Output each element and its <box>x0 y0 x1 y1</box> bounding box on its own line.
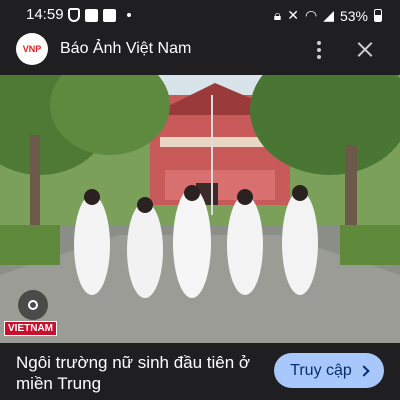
status-time: 14:59 <box>26 6 64 23</box>
more-options-icon[interactable] <box>309 38 329 62</box>
wifi-icon: ◠ <box>304 7 318 23</box>
visit-label: Truy cập <box>290 361 352 379</box>
close-icon[interactable] <box>352 38 378 62</box>
shield-icon <box>68 8 80 22</box>
chevron-right-icon <box>358 364 370 377</box>
battery-icon <box>374 9 382 22</box>
mute-icon: ✕ <box>287 7 299 23</box>
site-logo[interactable]: VNP <box>16 33 48 65</box>
logo-text: VNP <box>22 44 42 54</box>
status-bar: 14:59 🔒︎ ✕ ◠ ◢ 53% <box>0 0 400 30</box>
gallery-icon <box>85 8 98 22</box>
battery-percent: 53% <box>339 7 368 24</box>
signal-icon: ◢ <box>323 7 334 23</box>
article-caption[interactable]: Ngôi trường nữ sinh đầu tiên ở miền Trun… <box>16 352 266 394</box>
header: VNP Báo Ảnh Việt Nam <box>0 30 400 72</box>
lock-icon: 🔒︎ <box>273 7 282 23</box>
article-image[interactable] <box>0 75 400 343</box>
visit-button[interactable]: Truy cập <box>274 353 384 388</box>
site-name: Báo Ảnh Việt Nam <box>60 40 192 57</box>
watermark: VIETNAM <box>4 321 57 336</box>
photo-icon <box>103 8 116 22</box>
notification-dot-icon <box>127 13 131 17</box>
lens-icon[interactable] <box>18 290 48 320</box>
